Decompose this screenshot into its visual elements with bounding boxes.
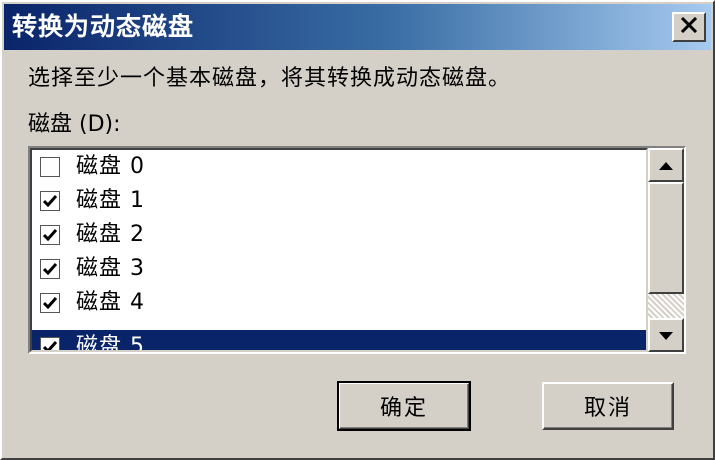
checkmark-icon bbox=[42, 260, 58, 279]
disk-checkbox-3[interactable] bbox=[40, 259, 60, 279]
disk-item-2[interactable]: 磁盘 2 bbox=[32, 218, 646, 252]
checkmark-icon bbox=[42, 192, 58, 211]
disk-checkbox-0[interactable] bbox=[40, 157, 60, 177]
disk-label-3: 磁盘 3 bbox=[76, 256, 145, 281]
title-bar[interactable]: 转换为动态磁盘 bbox=[4, 4, 711, 50]
disk-checkbox-1[interactable] bbox=[40, 191, 60, 211]
checkmark-icon bbox=[42, 338, 58, 350]
close-button[interactable] bbox=[672, 12, 706, 42]
disk-label-4: 磁盘 4 bbox=[76, 290, 145, 315]
disk-checkbox-2[interactable] bbox=[40, 225, 60, 245]
disk-list-label: 磁盘 (D): bbox=[28, 112, 121, 137]
disk-label-1: 磁盘 1 bbox=[76, 188, 145, 213]
disk-list-scrollbar[interactable] bbox=[648, 148, 684, 352]
scroll-thumb[interactable] bbox=[648, 182, 684, 294]
cancel-button[interactable]: 取消 bbox=[542, 382, 674, 430]
instruction-text: 选择至少一个基本磁盘，将其转换成动态磁盘。 bbox=[28, 66, 512, 91]
disk-label-5: 磁盘 5 bbox=[76, 334, 145, 352]
disk-item-4[interactable]: 磁盘 4 bbox=[32, 286, 646, 320]
convert-dynamic-disk-dialog: 转换为动态磁盘 选择至少一个基本磁盘，将其转换成动态磁盘。 磁盘 (D): 磁盘… bbox=[0, 0, 715, 460]
disk-listbox[interactable]: 磁盘 0 磁盘 1 磁盘 2 磁盘 3 磁盘 4 磁盘 5 bbox=[28, 146, 686, 354]
scroll-up-button[interactable] bbox=[648, 148, 684, 182]
disk-list-items: 磁盘 0 磁盘 1 磁盘 2 磁盘 3 磁盘 4 磁盘 5 bbox=[30, 148, 648, 352]
disk-label-2: 磁盘 2 bbox=[76, 222, 145, 247]
arrow-up-icon bbox=[658, 156, 674, 175]
scroll-track[interactable] bbox=[648, 294, 684, 318]
close-icon bbox=[680, 16, 698, 37]
disk-item-3[interactable]: 磁盘 3 bbox=[32, 252, 646, 286]
disk-checkbox-4[interactable] bbox=[40, 293, 60, 313]
ok-button[interactable]: 确定 bbox=[337, 381, 471, 431]
checkmark-icon bbox=[42, 294, 58, 313]
disk-checkbox-5[interactable] bbox=[40, 337, 60, 350]
disk-item-1[interactable]: 磁盘 1 bbox=[32, 184, 646, 218]
window-title: 转换为动态磁盘 bbox=[12, 12, 195, 41]
disk-item-5[interactable]: 磁盘 5 bbox=[32, 330, 646, 352]
checkmark-icon bbox=[42, 226, 58, 245]
disk-item-0[interactable]: 磁盘 0 bbox=[32, 150, 646, 184]
disk-label-0: 磁盘 0 bbox=[76, 154, 145, 179]
scroll-down-button[interactable] bbox=[648, 318, 684, 352]
arrow-down-icon bbox=[658, 326, 674, 345]
